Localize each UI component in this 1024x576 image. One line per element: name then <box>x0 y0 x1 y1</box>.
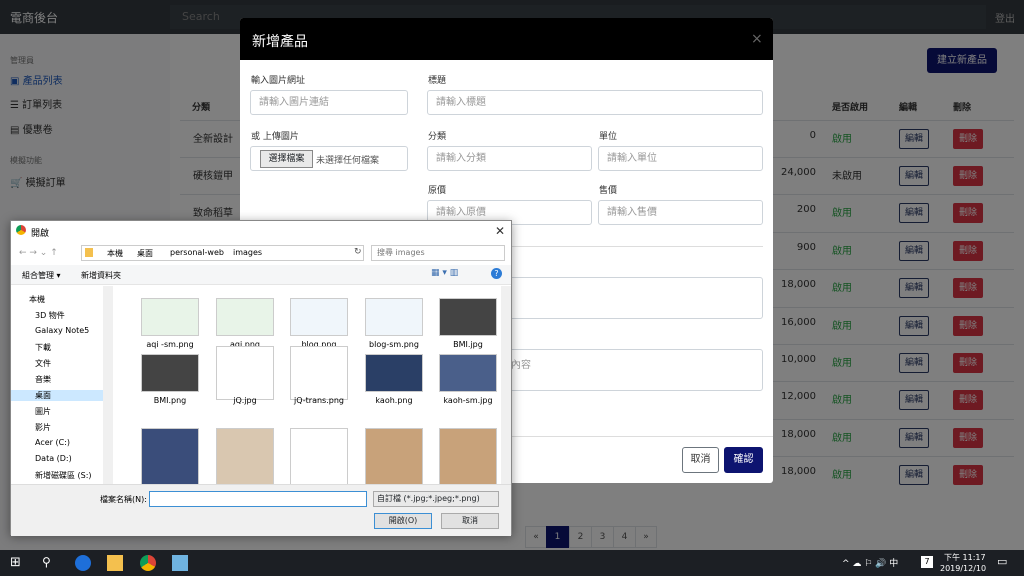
chrome-icon[interactable] <box>140 555 156 571</box>
nav-item[interactable]: Acer (C:) <box>35 438 70 447</box>
nav-item[interactable]: 圖片 <box>35 406 51 417</box>
file-name[interactable]: BMI.jpg <box>428 340 501 349</box>
no-file-text: 未選擇任何檔案 <box>316 156 380 166</box>
breadcrumb-item[interactable]: personal-web <box>170 248 224 257</box>
price-input[interactable]: 請輸入售價 <box>598 200 763 225</box>
help-icon[interactable]: ? <box>491 268 502 279</box>
nav-item[interactable]: 桌面 <box>11 390 103 401</box>
open-button[interactable]: 開啟(O) <box>374 513 432 529</box>
close-icon[interactable]: × <box>751 31 763 47</box>
file-thumbnail[interactable] <box>216 428 274 484</box>
nav-item[interactable]: 音樂 <box>35 374 51 385</box>
file-thumbnail[interactable] <box>365 354 423 392</box>
windows-start-icon[interactable]: ⊞ <box>10 555 26 571</box>
system-tray[interactable]: ^ ☁ ⚐ 🔊 中 <box>842 556 898 569</box>
file-name[interactable]: kaoh.png <box>354 396 434 405</box>
title-input[interactable]: 請輸入標題 <box>427 90 763 115</box>
breadcrumb-item[interactable]: images <box>233 248 262 257</box>
new-folder-button[interactable]: 新增資料夾 <box>81 270 121 281</box>
clock-date[interactable]: 2019/12/10 <box>940 564 986 573</box>
calendar-icon[interactable]: 7 <box>921 556 933 568</box>
nav-item[interactable]: 新增磁碟區 (S:) <box>35 470 92 481</box>
file-thumbnail[interactable] <box>290 346 348 400</box>
choose-file-button[interactable]: 選擇檔案 <box>260 150 313 168</box>
file-thumbnail[interactable] <box>290 428 348 484</box>
file-thumbnail[interactable] <box>439 298 497 336</box>
price-label: 售價 <box>599 186 618 196</box>
nav-scrollbar[interactable] <box>103 286 113 484</box>
file-thumbnail[interactable] <box>365 428 423 484</box>
unit-input[interactable]: 請輸入單位 <box>598 146 763 171</box>
file-thumbnail[interactable] <box>290 298 348 336</box>
nav-item[interactable]: Galaxy Note5 <box>35 326 89 335</box>
image-url-label: 輸入圖片網址 <box>251 76 306 86</box>
nav-item[interactable]: Data (D:) <box>35 454 72 463</box>
category-input[interactable]: 請輸入分類 <box>427 146 592 171</box>
file-name[interactable]: blog-sm.png <box>354 340 434 349</box>
confirm-button[interactable]: 確認 <box>724 447 763 473</box>
nav-item[interactable]: 3D 物件 <box>35 310 65 321</box>
file-name[interactable]: BMI.png <box>130 396 210 405</box>
search-icon[interactable]: ⚲ <box>42 555 58 571</box>
file-thumbnail[interactable] <box>216 298 274 336</box>
nav-item[interactable]: 下載 <box>35 342 51 353</box>
nav-arrows-icon[interactable]: ← → ⌄ ↑ <box>19 248 58 258</box>
chrome-icon <box>16 225 26 235</box>
content-placeholder: 內容 <box>511 360 531 371</box>
file-thumbnail[interactable] <box>141 354 199 392</box>
file-thumbnail[interactable] <box>216 346 274 400</box>
modal-header <box>240 18 773 60</box>
modal-title: 新增產品 <box>252 34 308 50</box>
cancel-button[interactable]: 取消 <box>682 447 719 473</box>
file-name[interactable]: jQ-trans.png <box>279 396 359 405</box>
file-thumbnail[interactable] <box>439 354 497 392</box>
folder-icon <box>85 248 93 257</box>
breadcrumb-item[interactable]: 本機 <box>107 248 123 259</box>
nav-item[interactable]: 文件 <box>35 358 51 369</box>
clock-time[interactable]: 下午 11:17 <box>944 552 986 563</box>
maps-icon[interactable] <box>75 555 91 571</box>
refresh-icon[interactable]: ↻ <box>354 247 362 257</box>
filename-label: 檔案名稱(N): <box>100 495 147 504</box>
file-thumbnail[interactable] <box>365 298 423 336</box>
title-label: 標題 <box>428 76 447 86</box>
file-explorer-icon[interactable] <box>107 555 123 571</box>
close-icon[interactable]: ✕ <box>495 224 505 238</box>
upload-label: 或 上傳圖片 <box>251 132 299 142</box>
nav-item[interactable]: 影片 <box>35 422 51 433</box>
dialog-cancel-button[interactable]: 取消 <box>441 513 499 529</box>
file-name[interactable]: aqi -sm.png <box>130 340 210 349</box>
dialog-title: 開啟 <box>31 229 50 239</box>
nav-item[interactable]: 本機 <box>29 294 45 305</box>
filetype-select[interactable]: 自訂檔 (*.jpg;*.jpeg;*.png) <box>373 491 499 507</box>
file-list: aqi -sm.png aqi.png blog.png blog-sm.png BMI… <box>116 286 501 484</box>
organize-button[interactable]: 組合管理 ▾ <box>22 270 61 281</box>
dialog-search-input[interactable]: 搜尋 images <box>371 245 505 261</box>
notification-icon[interactable]: ▭ <box>997 555 1007 568</box>
breadcrumb-item[interactable]: 桌面 <box>137 248 153 259</box>
file-name[interactable]: kaoh-sm.jpg <box>428 396 501 405</box>
category-label: 分類 <box>428 132 447 142</box>
filename-input[interactable] <box>149 491 367 507</box>
file-name[interactable]: jQ.jpg <box>205 396 285 405</box>
file-thumbnail[interactable] <box>141 298 199 336</box>
view-icon[interactable]: ▦ ▾ ▥ <box>431 268 458 278</box>
origin-price-label: 原價 <box>428 186 447 196</box>
file-thumbnail[interactable] <box>141 428 199 484</box>
app-icon[interactable] <box>172 555 188 571</box>
unit-label: 單位 <box>599 132 618 142</box>
image-url-input[interactable]: 請輸入圖片連結 <box>250 90 408 115</box>
navigation-pane: 本機 3D 物件 Galaxy Note5 下載文件音樂桌面圖片影片 Acer (C:)… <box>11 286 114 484</box>
file-thumbnail[interactable] <box>439 428 497 484</box>
file-scrollbar[interactable] <box>501 286 511 484</box>
file-open-dialog: 開啟 ✕ ← → ⌄ ↑ 本機 桌面 personal-web images ↻… <box>10 220 512 536</box>
